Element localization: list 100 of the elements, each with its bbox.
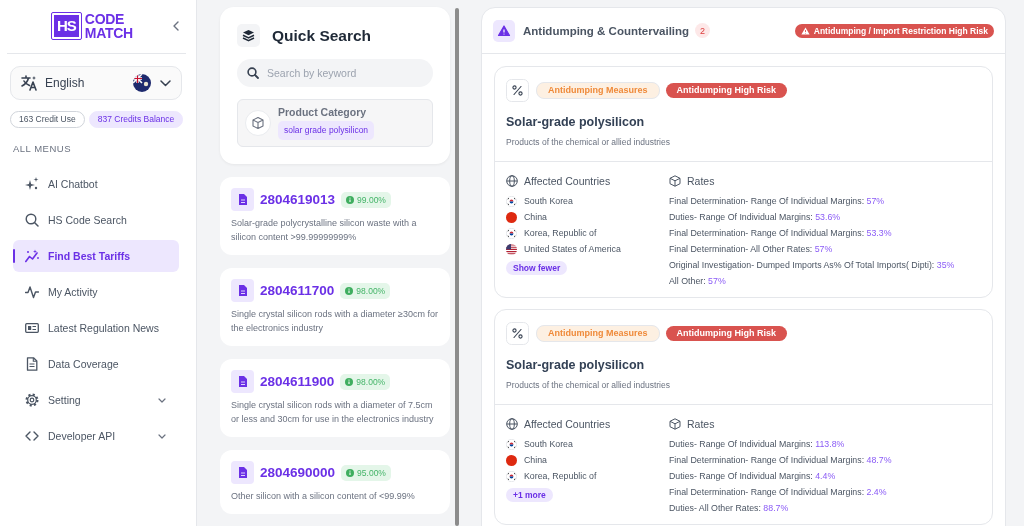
- search-icon: [25, 213, 39, 227]
- rate-item: Duties- Range Of Individual Margins: 113.8%: [669, 438, 845, 451]
- globe-icon: [506, 175, 518, 187]
- result-card[interactable]: 2804690000 95.00% Other silicon with a silicon content of <99.99%: [220, 450, 450, 514]
- country-name: China: [524, 211, 547, 224]
- translate-icon: [21, 75, 38, 91]
- newspaper-icon: [25, 321, 39, 335]
- menu-item[interactable]: Setting: [13, 384, 179, 416]
- result-description: Single crystal silicon rods with a diameter ≥30cm for the electronics industry: [231, 308, 440, 335]
- info-icon: [346, 468, 355, 477]
- score-text: 98.00%: [356, 284, 386, 298]
- section-heading: Affected Countries: [524, 417, 611, 432]
- expand-toggle[interactable]: +1 more: [506, 488, 553, 502]
- logo-wordmark: CODE MATCH: [84, 12, 133, 40]
- settings-icon: [25, 393, 39, 407]
- percent-icon: [506, 79, 529, 102]
- country-name: Korea, Republic of: [524, 227, 597, 240]
- measure-tag: Antidumping Measures: [536, 325, 660, 342]
- hs-code: 2804611700: [260, 283, 335, 298]
- country-name: Korea, Republic of: [524, 470, 597, 483]
- rate-item: Duties- Range Of Individual Margins: 53.6%: [669, 211, 841, 224]
- trend-line-icon: [25, 249, 39, 263]
- result-description: Solar-grade polycrystalline silicon waste with a silicon content >99.99999999%: [231, 217, 418, 244]
- search-icon: [247, 67, 259, 79]
- rate-item: Final Determination- Range Of Individual Margins: 53.3%: [669, 227, 892, 240]
- menu-item[interactable]: Find Best Tariffs: [13, 240, 179, 272]
- rate-item: Duties- Range Of Individual Margins: 4.4%: [669, 470, 836, 483]
- country-name: China: [524, 454, 547, 467]
- warning-icon: [493, 19, 515, 42]
- measure-title: Solar-grade polysilicon: [506, 357, 646, 373]
- cube-icon: [669, 175, 681, 187]
- flag-icon: [506, 195, 517, 207]
- count-badge: 2: [695, 23, 711, 38]
- category-tag: solar grade polysilicon: [278, 121, 375, 140]
- chevron-left-icon: [173, 21, 179, 31]
- info-icon: [345, 286, 354, 295]
- country-name: South Korea: [524, 195, 573, 208]
- measure-category: Products of the chemical or allied industries: [506, 136, 671, 149]
- score-text: 99.00%: [357, 193, 386, 207]
- document-icon: [231, 461, 254, 484]
- cube-icon: [669, 418, 681, 430]
- package-icon: [245, 110, 271, 136]
- document-icon: [25, 357, 39, 371]
- result-description: Single crystal silicon rods with a diameter of 7.5cm or less and 30cm for use in the electronics industry: [231, 399, 435, 426]
- scrollbar-thumb[interactable]: [455, 8, 459, 526]
- category-label: Product Category: [278, 106, 367, 118]
- rate-item: Duties- All Other Rates: 88.7%: [669, 502, 789, 515]
- result-card[interactable]: 2804619013 99.00% Solar-grade polycrystalline silicon waste with a silicon content >99.99999999%: [220, 177, 450, 255]
- menu-item[interactable]: Data Coverage: [13, 348, 179, 380]
- section-heading: Rates: [687, 417, 715, 432]
- result-card[interactable]: 2804611900 98.00% Single crystal silicon rods with a diameter of 7.5cm or less and 30cm for use in the electronics industry: [220, 359, 450, 437]
- expand-toggle[interactable]: Show fewer: [506, 261, 568, 275]
- rate-item: Final Determination- All Other Rates: 57%: [669, 243, 833, 256]
- language-select[interactable]: English: [10, 66, 182, 100]
- flag-icon: [506, 243, 517, 255]
- country-name: South Korea: [524, 438, 573, 451]
- document-icon: [231, 279, 254, 302]
- rate-item: Final Determination- Range Of Individual Margins: 2.4%: [669, 486, 887, 499]
- panel-title: Antidumping & Countervailing: [523, 24, 690, 37]
- chevron-down-icon: [158, 433, 166, 439]
- globe-icon: [506, 418, 518, 430]
- rate-item: Final Determination- Range Of Individual Margins: 57%: [669, 195, 885, 208]
- measure-title: Solar-grade polysilicon: [506, 114, 646, 130]
- chevron-down-icon: [158, 397, 166, 403]
- risk-tag: Antidumping High Risk: [665, 83, 787, 98]
- search-field[interactable]: Search by keyword: [237, 59, 433, 87]
- menu-item[interactable]: HS Code Search: [13, 204, 179, 236]
- hs-code: 2804611900: [260, 374, 335, 389]
- flag-icon: [133, 74, 151, 92]
- result-description: Other silicon with a silicon content of <99.99%: [231, 490, 416, 503]
- section-heading: Rates: [687, 174, 715, 189]
- flag-icon: [506, 438, 517, 450]
- document-icon: [231, 370, 254, 393]
- measure-tag: Antidumping Measures: [536, 82, 660, 99]
- pulse-icon: [25, 285, 39, 299]
- rate-item: All Other: 57%: [669, 275, 726, 288]
- layers-icon: [237, 24, 260, 47]
- menu-item[interactable]: Latest Regulation News: [13, 312, 179, 344]
- sparkle-icon: [25, 177, 39, 191]
- credits-balance-badge: 837 Credits Balance: [88, 111, 184, 128]
- menu-item[interactable]: AI Chatbot: [13, 168, 179, 200]
- menu-item[interactable]: My Activity: [13, 276, 179, 308]
- country-name: United States of America: [524, 243, 621, 256]
- logo-badge: HS: [51, 12, 82, 40]
- warning-icon: [800, 26, 810, 35]
- flag-icon: [506, 454, 517, 466]
- info-icon: [345, 377, 354, 386]
- result-card[interactable]: 2804611700 98.00% Single crystal silicon rods with a diameter ≥30cm for the electronics industry: [220, 268, 450, 346]
- measure-category: Products of the chemical or allied industries: [506, 379, 671, 392]
- section-heading: Affected Countries: [524, 174, 611, 189]
- chevron-down-icon: [160, 79, 171, 87]
- flag-icon: [506, 227, 517, 239]
- flag-icon: [506, 470, 517, 482]
- hs-code: 2804619013: [260, 192, 336, 207]
- risk-badge-text: Antidumping / Import Restriction High Risk: [813, 24, 988, 38]
- info-icon: [346, 195, 355, 204]
- score-text: 95.00%: [357, 466, 386, 480]
- flag-icon: [506, 211, 517, 223]
- menu-item[interactable]: Developer API: [13, 420, 179, 452]
- hs-code: 2804690000: [260, 465, 336, 480]
